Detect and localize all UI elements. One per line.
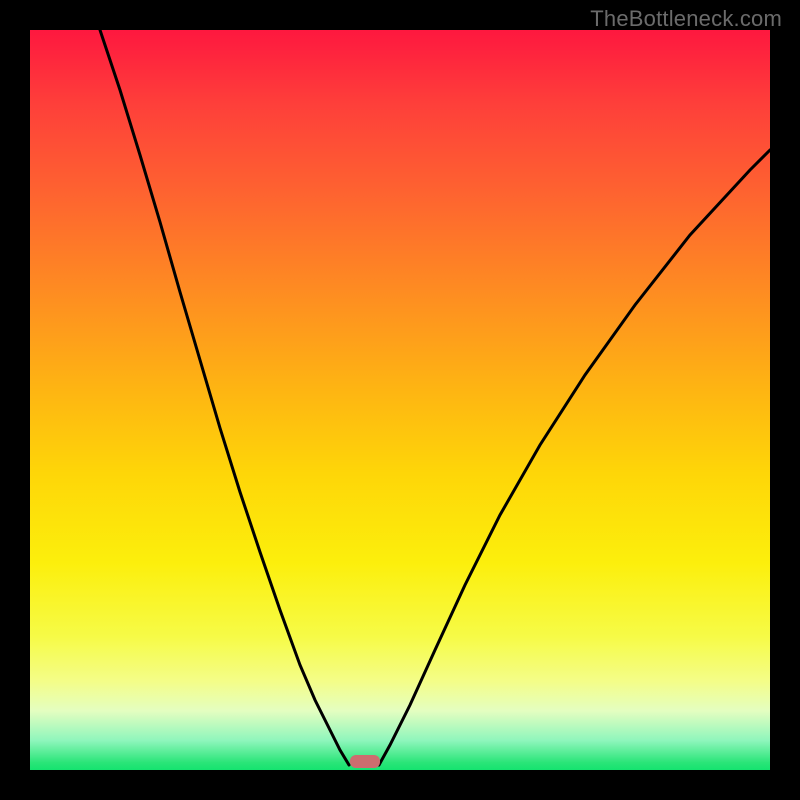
right-curve [379, 150, 770, 765]
watermark-text: TheBottleneck.com [590, 6, 782, 32]
left-curve [100, 30, 349, 765]
chart-frame [30, 30, 770, 770]
bottleneck-marker [350, 755, 380, 768]
curve-layer [30, 30, 770, 770]
